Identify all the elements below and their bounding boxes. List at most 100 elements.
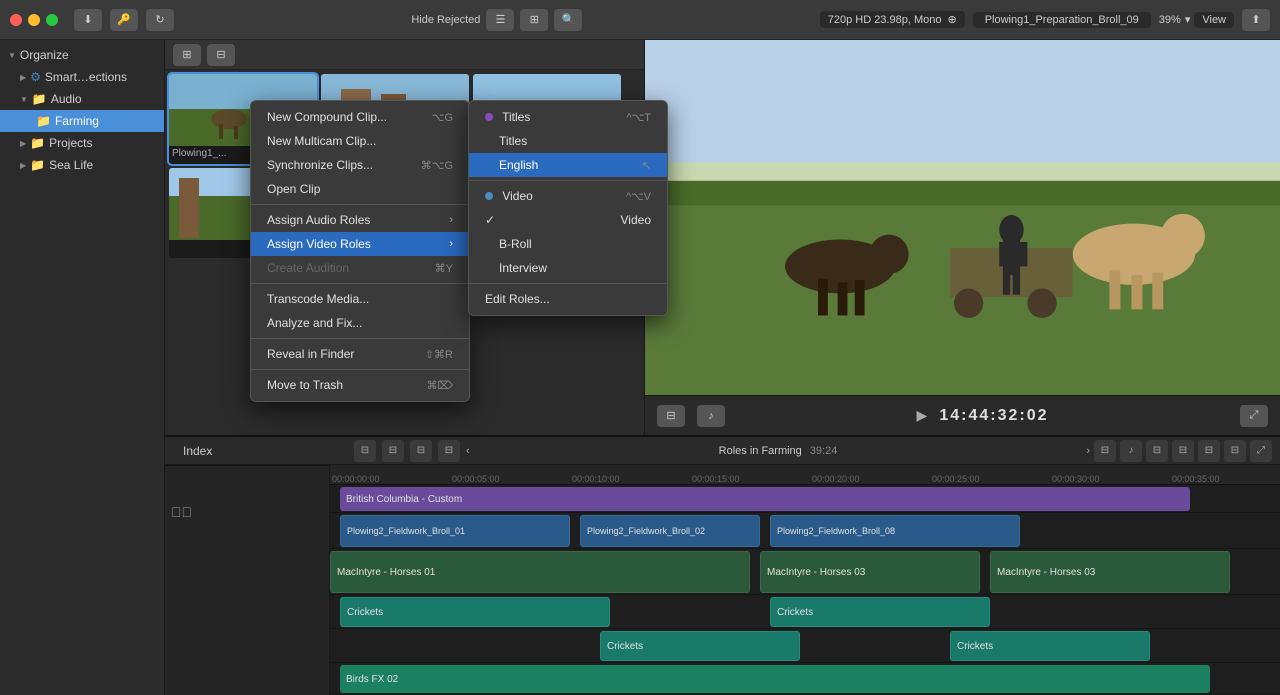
tl-rbtn1[interactable]: ⊟ bbox=[1094, 440, 1116, 462]
purple-track-row: British Columbia - Custom bbox=[330, 485, 1280, 513]
view-label[interactable]: View bbox=[1194, 12, 1234, 28]
preview-panel: ⊟ ♪ ▶ 14:44:32:02 ⤢ bbox=[645, 40, 1280, 435]
menu-item-transcode[interactable]: Transcode Media... bbox=[251, 287, 469, 311]
clip-crickets1[interactable]: Crickets bbox=[340, 597, 610, 627]
submenu-item-interview[interactable]: Interview bbox=[469, 256, 667, 280]
tl-rbtn2[interactable]: ♪ bbox=[1120, 440, 1142, 462]
label-ss-track bbox=[165, 676, 330, 695]
view-toggle-btn[interactable]: ⊟ bbox=[207, 44, 235, 66]
minimize-button[interactable] bbox=[28, 14, 40, 26]
fullscreen-btn[interactable]: ⤢ bbox=[1240, 405, 1268, 427]
tl-rbtn3[interactable]: ⊟ bbox=[1146, 440, 1168, 462]
blue-dot bbox=[485, 192, 493, 200]
clip-british-columbia[interactable]: British Columbia - Custom bbox=[340, 487, 1190, 511]
clip-video1[interactable]: Plowing2_Fieldwork_Broll_01 bbox=[340, 515, 570, 547]
sidebar-item-audio[interactable]: ▼ 📁 Audio bbox=[0, 88, 164, 110]
sort-btn[interactable]: ⊞ bbox=[173, 44, 201, 66]
track-labels: ▶⃝ bbox=[165, 465, 330, 695]
maximize-button[interactable] bbox=[46, 14, 58, 26]
label-video-track: ▶⃝ bbox=[165, 494, 330, 530]
shortcut-titles-dot: ^⌥T bbox=[626, 111, 651, 124]
menu-item-sync-clips[interactable]: Synchronize Clips... ⌘⌥G bbox=[251, 153, 469, 177]
list-view-btn[interactable]: ☰ bbox=[486, 9, 514, 31]
clip-horses2[interactable]: MacIntyre - Horses 03 bbox=[760, 551, 980, 593]
ruler-mark: 00:00:05:00 bbox=[450, 474, 500, 484]
tl-rbtn4[interactable]: ⊟ bbox=[1172, 440, 1194, 462]
close-button[interactable] bbox=[10, 14, 22, 26]
clip-birds[interactable]: Birds FX 02 bbox=[340, 665, 1210, 693]
video-info-text: 720p HD 23.98p, Mono bbox=[828, 14, 942, 26]
nav-left[interactable]: ‹ bbox=[466, 445, 470, 457]
menu-item-new-multicam[interactable]: New Multicam Clip... bbox=[251, 129, 469, 153]
grid-view-btn[interactable]: ⊞ bbox=[520, 9, 548, 31]
menu-item-create-audition[interactable]: Create Audition ⌘Y bbox=[251, 256, 469, 280]
sidebar-item-smart-collections[interactable]: ▶ ⚙ Smart…ections bbox=[0, 66, 164, 88]
video-track-row: Plowing2_Fieldwork_Broll_01 Plowing2_Fie… bbox=[330, 513, 1280, 549]
timeline-area: Index ⊟ ⊟ ⊟ ⊟ ‹ Roles in Farming 39:24 ›… bbox=[165, 435, 1280, 695]
timeline-right-controls: › ⊟ ♪ ⊟ ⊟ ⊟ ⊟ ⤢ bbox=[1086, 440, 1272, 462]
arrow-assign-video: › bbox=[449, 238, 453, 250]
submenu-item-english[interactable]: English ↖ bbox=[469, 153, 667, 177]
nav-right[interactable]: › bbox=[1086, 445, 1090, 457]
key-button[interactable]: 🔑 bbox=[110, 9, 138, 31]
submenu-item-edit-roles[interactable]: Edit Roles... bbox=[469, 287, 667, 311]
video-add-icon[interactable]: ⊕ bbox=[947, 13, 956, 26]
tl-btn2[interactable]: ⊟ bbox=[382, 440, 404, 462]
submenu-item-video-checked[interactable]: ✓ Video bbox=[469, 208, 667, 232]
sealife-folder-icon: 📁 bbox=[30, 158, 45, 172]
tl-rbtn6[interactable]: ⊟ bbox=[1224, 440, 1246, 462]
tl-rbtn7[interactable]: ⤢ bbox=[1250, 440, 1272, 462]
horses-track-content: MacIntyre - Horses 01 MacIntyre - Horses… bbox=[330, 549, 1280, 594]
clip-horses3[interactable]: MacIntyre - Horses 03 bbox=[990, 551, 1230, 593]
clip-video2[interactable]: Plowing2_Fieldwork_Broll_02 bbox=[580, 515, 760, 547]
tl-btn4[interactable]: ⊟ bbox=[438, 440, 460, 462]
search-btn[interactable]: 🔍 bbox=[554, 9, 582, 31]
preview-audio-btn[interactable]: ♪ bbox=[697, 405, 725, 427]
import-button[interactable]: ⬇ bbox=[74, 9, 102, 31]
export-button[interactable]: ⬆ bbox=[1242, 9, 1270, 31]
crickets2-track-content: Crickets Crickets bbox=[330, 629, 1280, 662]
title-bar: ⬇ 🔑 ↻ Hide Rejected ☰ ⊞ 🔍 720p HD 23.98p… bbox=[0, 0, 1280, 40]
submenu-item-titles-dot[interactable]: Titles ^⌥T bbox=[469, 105, 667, 129]
submenu-label: Video bbox=[485, 189, 533, 203]
menu-sep-4 bbox=[251, 369, 469, 370]
submenu-item-b-roll[interactable]: B-Roll bbox=[469, 232, 667, 256]
menu-item-analyze[interactable]: Analyze and Fix... bbox=[251, 311, 469, 335]
preview-settings-btn[interactable]: ⊟ bbox=[657, 405, 685, 427]
submenu-label: Titles bbox=[485, 110, 530, 124]
menu-item-open-clip[interactable]: Open Clip bbox=[251, 177, 469, 201]
check-mark: ✓ bbox=[485, 213, 495, 227]
cursor-indicator: ↖ bbox=[642, 159, 651, 172]
clip-crickets2[interactable]: Crickets bbox=[770, 597, 990, 627]
label-crickets1-track bbox=[165, 576, 330, 610]
menu-item-move-trash[interactable]: Move to Trash ⌘⌦ bbox=[251, 373, 469, 397]
index-label[interactable]: Index bbox=[173, 437, 338, 465]
sidebar-item-organize[interactable]: ▼ Organize bbox=[0, 44, 164, 66]
purple-dot bbox=[485, 113, 493, 121]
menu-item-reveal-finder[interactable]: Reveal in Finder ⇧⌘R bbox=[251, 342, 469, 366]
menu-item-assign-video[interactable]: Assign Video Roles › bbox=[251, 232, 469, 256]
menu-item-new-compound[interactable]: New Compound Clip... ⌥G bbox=[251, 105, 469, 129]
menu-sep-2 bbox=[251, 283, 469, 284]
sidebar-item-farming[interactable]: 📁 Farming bbox=[0, 110, 164, 132]
submenu-item-titles[interactable]: Titles bbox=[469, 129, 667, 153]
video-info: 720p HD 23.98p, Mono ⊕ bbox=[820, 11, 965, 28]
submenu-item-video-dot[interactable]: Video ^⌥V bbox=[469, 184, 667, 208]
clip-video3[interactable]: Plowing2_Fieldwork_Broll_08 bbox=[770, 515, 1020, 547]
clip-crickets3[interactable]: Crickets bbox=[600, 631, 800, 661]
clip-crickets4[interactable]: Crickets bbox=[950, 631, 1150, 661]
tl-btn3[interactable]: ⊟ bbox=[410, 440, 432, 462]
hide-rejected-label[interactable]: Hide Rejected bbox=[411, 14, 480, 26]
tl-btn1[interactable]: ⊟ bbox=[354, 440, 376, 462]
sync-button[interactable]: ↻ bbox=[146, 9, 174, 31]
purple-track-content: British Columbia - Custom bbox=[330, 485, 1280, 512]
crickets1-track-content: Crickets Crickets bbox=[330, 595, 1280, 628]
sidebar-item-projects[interactable]: ▶ 📁 Projects bbox=[0, 132, 164, 154]
submenu-sep-1 bbox=[469, 180, 667, 181]
tl-rbtn5[interactable]: ⊟ bbox=[1198, 440, 1220, 462]
menu-item-assign-audio[interactable]: Assign Audio Roles › bbox=[251, 208, 469, 232]
zoom-dropdown-icon[interactable]: ▾ bbox=[1185, 13, 1191, 26]
clip-horses1[interactable]: MacIntyre - Horses 01 bbox=[330, 551, 750, 593]
timeline-header: Index ⊟ ⊟ ⊟ ⊟ ‹ Roles in Farming 39:24 ›… bbox=[165, 437, 1280, 465]
sidebar-item-sea-life[interactable]: ▶ 📁 Sea Life bbox=[0, 154, 164, 176]
